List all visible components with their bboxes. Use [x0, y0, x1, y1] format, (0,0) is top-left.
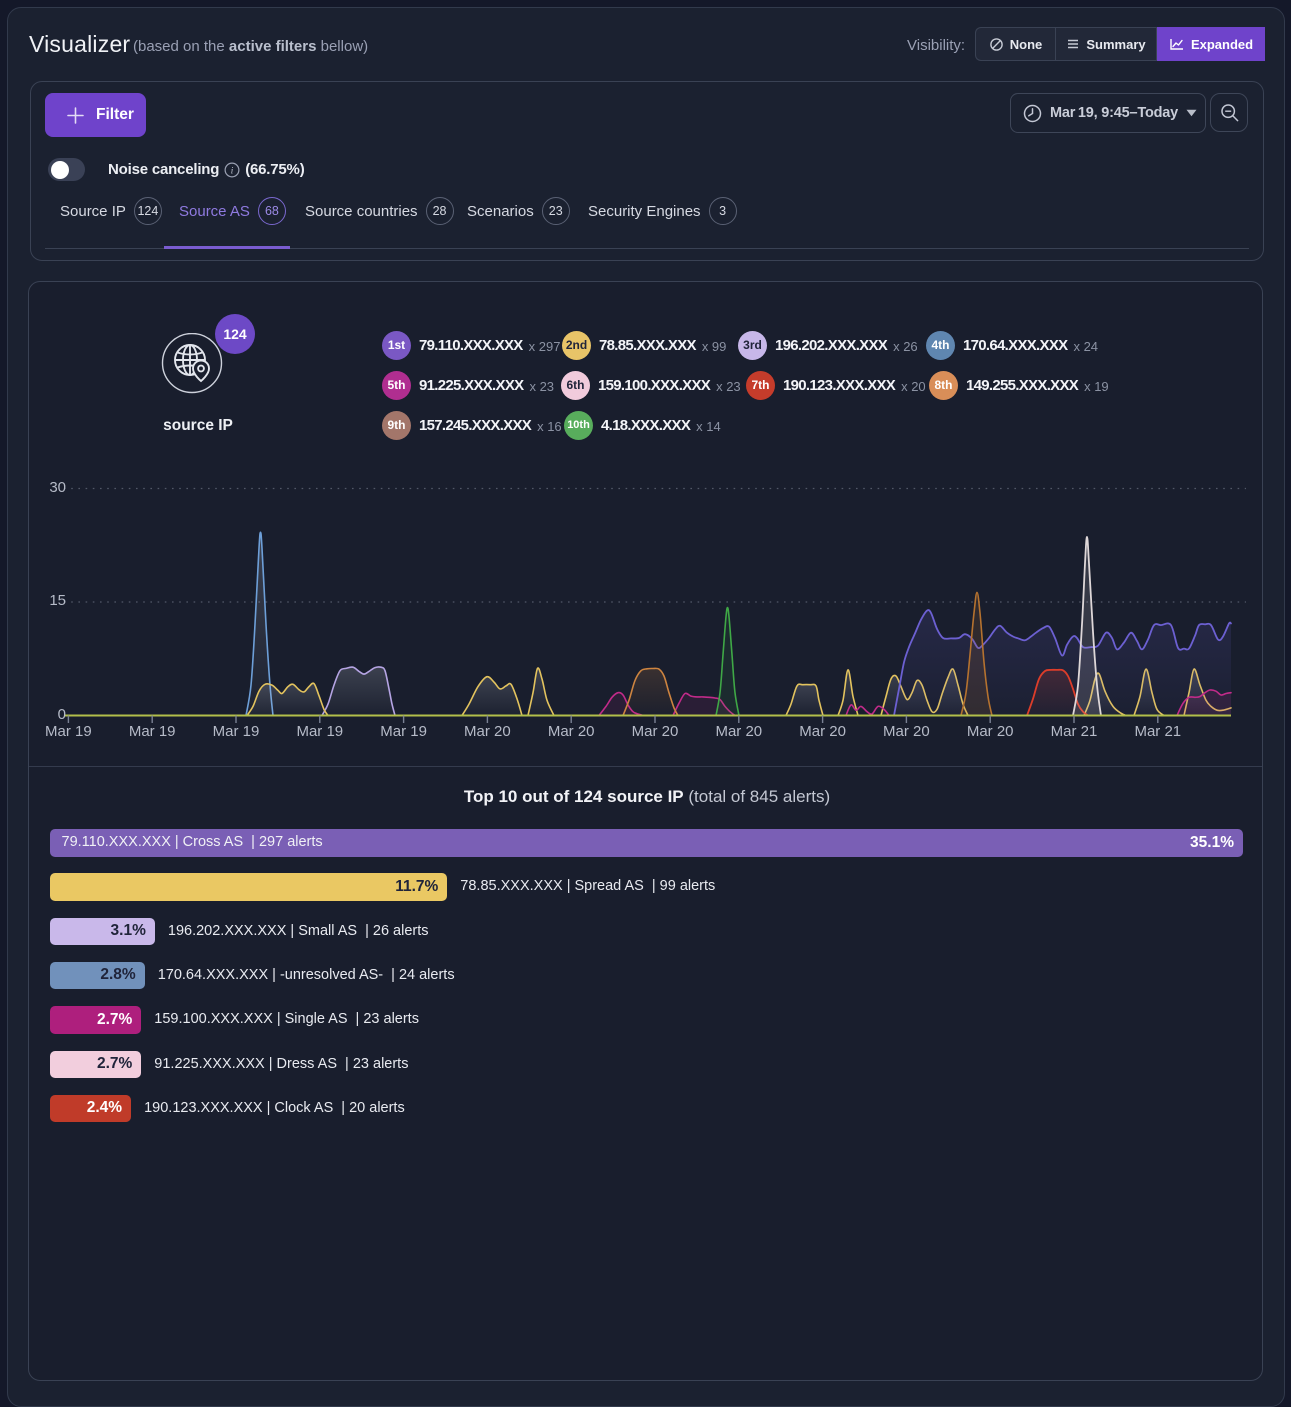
svg-text:i: i: [231, 165, 234, 176]
